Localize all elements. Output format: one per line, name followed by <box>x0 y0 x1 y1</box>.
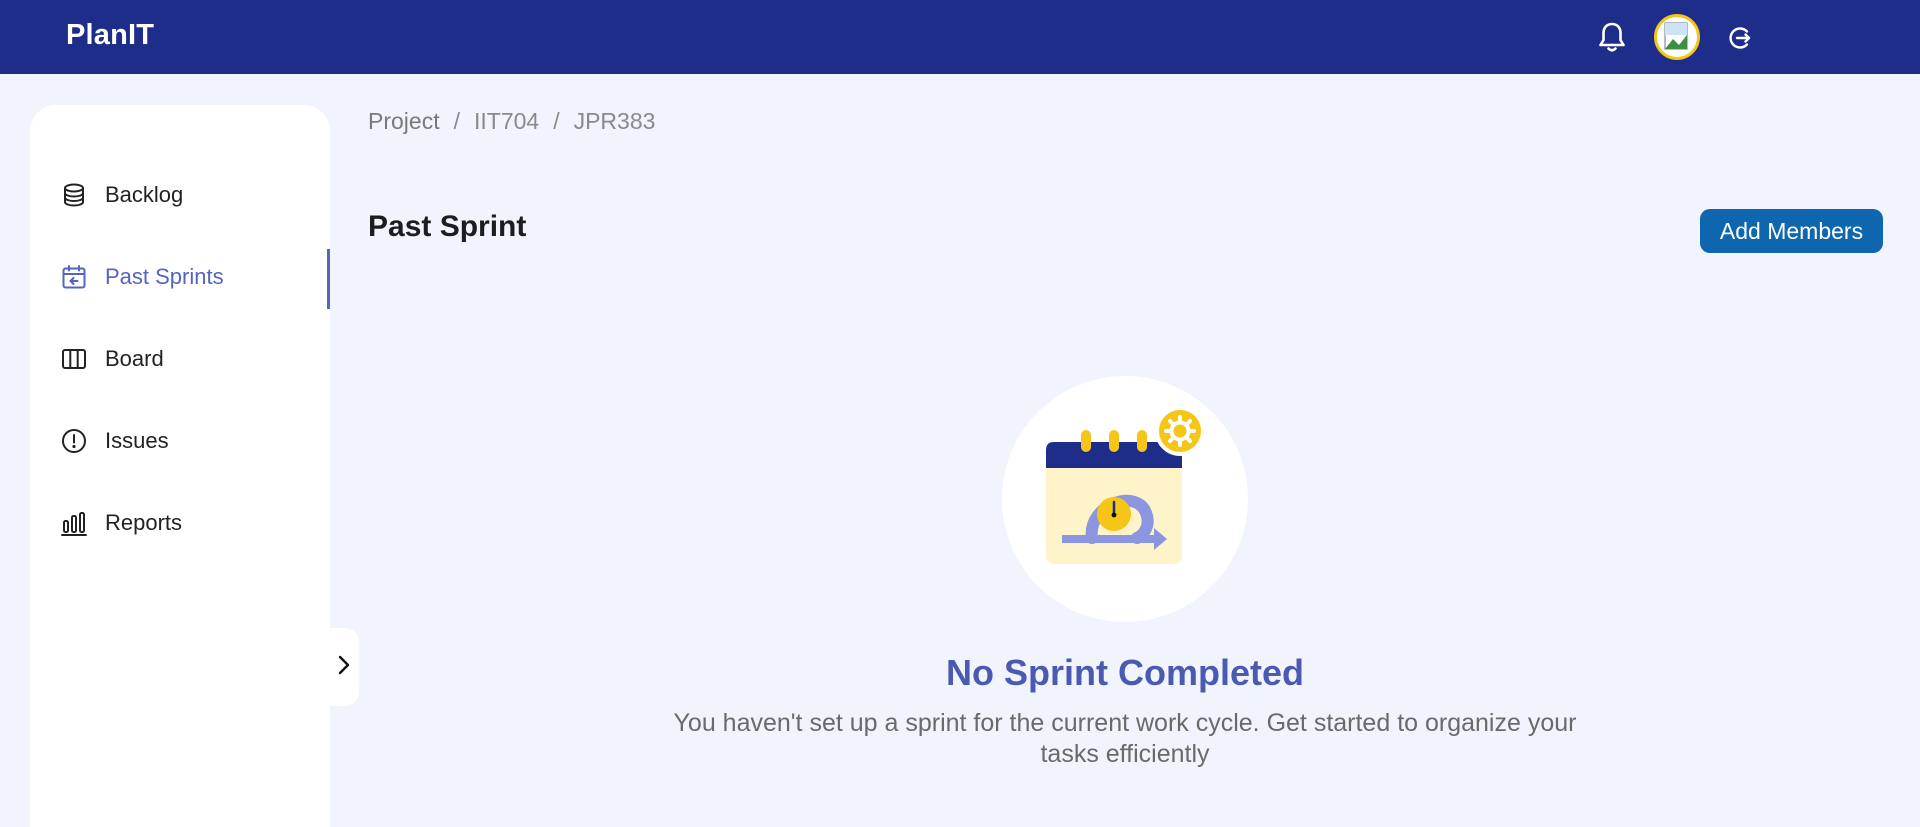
breadcrumb-separator: / <box>453 108 460 134</box>
columns-icon <box>60 345 88 373</box>
empty-state-description: You haven't set up a sprint for the curr… <box>673 709 1577 768</box>
sidebar-item-label: Board <box>105 346 164 371</box>
bar-chart-icon <box>60 509 88 537</box>
alert-circle-icon <box>60 427 88 455</box>
breadcrumb-item-project[interactable]: Project <box>368 108 440 135</box>
breadcrumb-separator: / <box>553 108 560 134</box>
sidebar-item-label: Reports <box>105 510 183 535</box>
bell-icon[interactable] <box>1596 20 1628 54</box>
breadcrumb-item-current: JPR383 <box>573 108 656 134</box>
breadcrumb-item[interactable]: IIT704 <box>474 108 539 135</box>
page-title: Past Sprint <box>368 210 527 243</box>
sidebar-item-past-sprints[interactable]: Past Sprints <box>30 249 330 309</box>
app-logo[interactable]: PlanIT <box>66 19 154 52</box>
add-members-button[interactable]: Add Members <box>1700 209 1883 253</box>
sprint-calendar-icon <box>1002 376 1248 622</box>
top-bar: PlanIT <box>0 0 1920 74</box>
avatar[interactable] <box>1654 14 1700 60</box>
empty-state-title: No Sprint Completed <box>946 652 1304 693</box>
sidebar-item-label: Backlog <box>105 182 184 207</box>
calendar-back-icon <box>60 263 88 291</box>
database-icon <box>60 181 88 209</box>
sidebar-item-label: Past Sprints <box>105 264 224 289</box>
sidebar-item-label: Issues <box>105 428 169 453</box>
sidebar-item-reports[interactable]: Reports <box>30 495 330 551</box>
breadcrumb: Project / IIT704 / JPR383 <box>368 108 655 135</box>
logout-icon[interactable] <box>1726 24 1754 52</box>
sidebar: Backlog Past Sprints Board Issues Report… <box>30 105 330 827</box>
sidebar-item-issues[interactable]: Issues <box>30 413 330 469</box>
sidebar-item-backlog[interactable]: Backlog <box>30 167 330 223</box>
sidebar-item-board[interactable]: Board <box>30 331 330 387</box>
